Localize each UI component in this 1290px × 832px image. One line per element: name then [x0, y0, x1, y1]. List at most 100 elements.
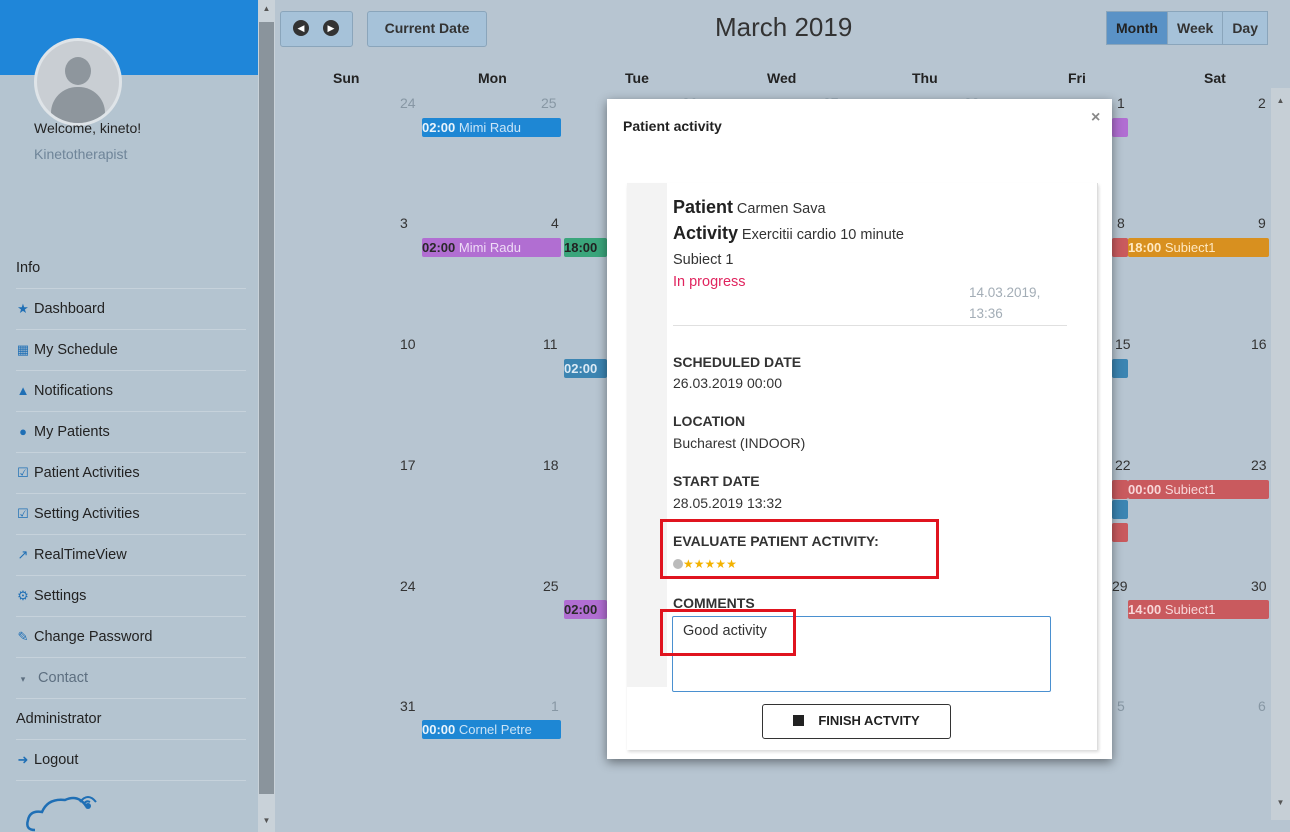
day-number[interactable]: 17 — [400, 457, 416, 473]
calendar-event[interactable] — [1112, 500, 1128, 519]
start-date-value: 28.05.2019 13:32 — [673, 495, 782, 511]
calendar-event[interactable]: 18:00 Subiect1 — [1128, 238, 1269, 257]
day-header-sun: Sun — [333, 70, 360, 86]
sidebar-item-info[interactable]: Info — [16, 248, 246, 289]
close-icon[interactable]: × — [1091, 109, 1100, 127]
day-number[interactable]: 3 — [400, 215, 408, 231]
day-number[interactable]: 6 — [1258, 698, 1266, 714]
checkbox-icon: ☑ — [17, 465, 29, 480]
day-number[interactable]: 24 — [400, 578, 416, 594]
modal-title: Patient activity — [623, 118, 722, 134]
scroll-down-icon[interactable]: ▼ — [258, 816, 275, 825]
calendar-event[interactable] — [1112, 118, 1128, 137]
patient-label: Patient — [673, 197, 734, 217]
calendar-icon: ▦ — [16, 342, 30, 357]
day-number[interactable]: 25 — [541, 95, 557, 111]
day-number[interactable]: 1 — [1117, 95, 1125, 111]
day-number[interactable]: 2 — [1258, 95, 1266, 111]
sidebar-item-label: Patient Activities — [34, 465, 140, 481]
day-header-sat: Sat — [1204, 70, 1226, 86]
sidebar-item-label: Logout — [34, 752, 79, 768]
view-week-button[interactable]: Week — [1166, 11, 1224, 45]
day-number[interactable]: 4 — [551, 215, 559, 231]
calendar-scrollbar[interactable] — [1271, 88, 1290, 820]
day-header-thu: Thu — [912, 70, 938, 86]
day-number[interactable]: 10 — [400, 336, 416, 352]
sidebar-item-label: Notifications — [34, 383, 113, 399]
calendar-event[interactable]: 02:00 — [564, 600, 607, 619]
sidebar-item-my-patients[interactable]: ● My Patients — [16, 412, 246, 453]
calendar-title: March 2019 — [715, 12, 853, 42]
sidebar-item-label: Setting Activities — [34, 506, 140, 522]
cloud-logo-icon — [26, 796, 97, 832]
sidebar-item-my-schedule[interactable]: ▦ My Schedule — [16, 330, 246, 371]
calendar-event[interactable] — [1112, 523, 1128, 542]
calendar-event[interactable] — [1112, 238, 1128, 257]
calendar-event[interactable] — [1112, 359, 1128, 378]
calendar-event[interactable]: 14:00 Subiect1 — [1128, 600, 1269, 619]
view-month-button[interactable]: Month — [1106, 11, 1168, 45]
calendar-toolbar: ◀ ▶ Current Date March 2019 Month Week D… — [275, 0, 1290, 66]
day-number[interactable]: 15 — [1115, 336, 1131, 352]
scroll-down-icon[interactable]: ▼ — [1271, 798, 1290, 807]
activity-label: Activity — [673, 223, 739, 243]
sidebar-item-contact[interactable]: ▾ Contact — [16, 658, 246, 699]
highlight-box-rating — [660, 519, 939, 579]
sidebar-item-label: My Patients — [34, 424, 110, 440]
sidebar-item-change-password[interactable]: ✎ Change Password — [16, 617, 246, 658]
day-number[interactable]: 5 — [1117, 698, 1125, 714]
sidebar-item-label: Contact — [38, 670, 89, 686]
calendar-event[interactable] — [1112, 480, 1128, 499]
sidebar-item-setting-activities[interactable]: ☑ Setting Activities — [16, 494, 246, 535]
activity-name: Exercitii cardio 10 minute — [741, 227, 904, 243]
sidebar-item-label: RealTimeView — [34, 547, 127, 563]
scroll-up-icon[interactable]: ▲ — [1271, 96, 1290, 105]
current-date-button[interactable]: Current Date — [367, 11, 487, 47]
sidebar-scrollbar-thumb[interactable] — [259, 22, 274, 794]
sidebar-item-notifications[interactable]: ▲ Notifications — [16, 371, 246, 412]
welcome-text: Welcome, kineto! — [34, 120, 142, 136]
location-label: LOCATION — [673, 413, 746, 429]
day-number[interactable]: 24 — [400, 95, 416, 111]
day-number[interactable]: 22 — [1115, 457, 1131, 473]
scheduled-date-value: 26.03.2019 00:00 — [673, 375, 782, 391]
day-number[interactable]: 30 — [1251, 578, 1267, 594]
sidebar-item-patient-activities[interactable]: ☑ Patient Activities — [16, 453, 246, 494]
day-number[interactable]: 9 — [1258, 215, 1266, 231]
sidebar-item-settings[interactable]: ⚙ Settings — [16, 576, 246, 617]
view-day-button[interactable]: Day — [1222, 11, 1268, 45]
day-number[interactable]: 25 — [543, 578, 559, 594]
day-header-tue: Tue — [625, 70, 649, 86]
calendar-event[interactable]: 02:00 Mimi Radu — [422, 238, 561, 257]
calendar-event[interactable]: 00:00 Cornel Petre — [422, 720, 561, 739]
sidebar-item-label: Administrator — [16, 711, 102, 727]
day-number[interactable]: 31 — [400, 698, 416, 714]
calendar-event[interactable]: 00:00 Subiect1 — [1128, 480, 1269, 499]
status-text: In progress — [673, 274, 746, 290]
calendar-event[interactable]: 02:00 Mimi Radu — [422, 118, 561, 137]
sidebar-item-realtimeview[interactable]: ↗ RealTimeView — [16, 535, 246, 576]
next-month-button[interactable]: ▶ — [323, 20, 339, 36]
sidebar-item-administrator[interactable]: Administrator — [16, 699, 246, 740]
activity-row: Activity Exercitii cardio 10 minute — [673, 223, 904, 244]
day-number[interactable]: 8 — [1117, 215, 1125, 231]
sidebar-item-label: Info — [16, 260, 41, 276]
day-number[interactable]: 11 — [543, 336, 558, 352]
patient-activity-modal: Patient activity × Patient Carmen Sava A… — [607, 99, 1112, 759]
day-number[interactable]: 1 — [551, 698, 559, 714]
prev-month-button[interactable]: ◀ — [293, 20, 309, 36]
sidebar-item-dashboard[interactable]: ★ Dashboard — [16, 289, 246, 330]
day-number[interactable]: 18 — [543, 457, 559, 473]
scroll-up-icon[interactable]: ▲ — [258, 4, 275, 13]
gears-icon: ⚙ — [17, 588, 29, 603]
day-number[interactable]: 23 — [1251, 457, 1267, 473]
day-number[interactable]: 29 — [1112, 578, 1128, 594]
sidebar-item-logout[interactable]: ➜ Logout — [16, 740, 246, 781]
day-number[interactable]: 16 — [1251, 336, 1267, 352]
avatar — [34, 38, 122, 126]
day-header-mon: Mon — [478, 70, 507, 86]
calendar-event[interactable]: 02:00 — [564, 359, 607, 378]
sidebar: Welcome, kineto! Kinetotherapist Info ★ D… — [0, 0, 258, 832]
finish-activity-button[interactable]: FINISH ACTVITY — [762, 704, 951, 739]
calendar-event[interactable]: 18:00 — [564, 238, 607, 257]
